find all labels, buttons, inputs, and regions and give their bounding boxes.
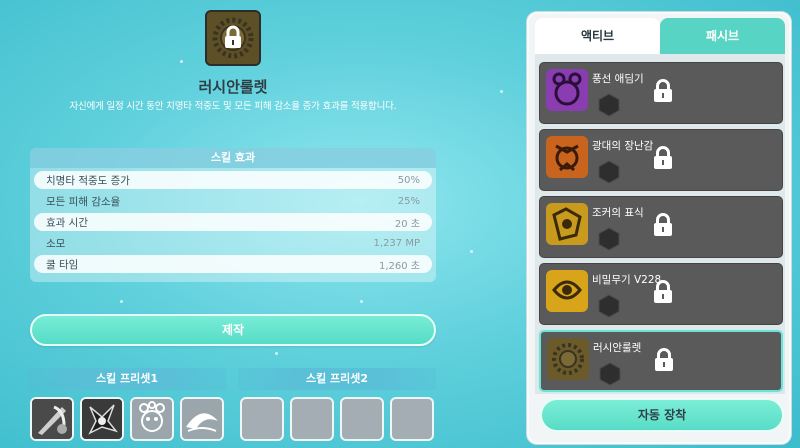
effect-value: 1,260 초 (378, 260, 420, 272)
lock-icon (655, 348, 673, 371)
selected-skill-icon (205, 10, 261, 66)
preset-2-slot-3[interactable] (340, 397, 384, 441)
preset-1-slot-2[interactable] (80, 397, 124, 441)
shark-skill-icon (182, 399, 222, 439)
preset-1-slot-1[interactable] (30, 397, 74, 441)
preset-2-slot-4[interactable] (390, 397, 434, 441)
effect-row: 효과 시간 20 초 (34, 213, 432, 231)
effect-label: 모든 피해 감소율 (46, 195, 121, 208)
effect-row: 모든 피해 감소율 25% (34, 192, 432, 210)
skill-card-name: 조커의 표식 (592, 207, 644, 219)
lock-icon (654, 146, 672, 169)
effect-value: 25% (397, 195, 420, 207)
preset-2-slot-1[interactable] (240, 397, 284, 441)
skill-card[interactable]: 조커의 표식 (539, 196, 783, 258)
skill-card-name: 풍선 애딤기 (592, 73, 644, 85)
dagger-skill-icon (32, 399, 72, 439)
effect-table-title: 스킬 효과 (30, 148, 436, 168)
effect-row: 치명타 적중도 증가 50% (34, 171, 432, 189)
skill-card[interactable]: 비밀무기 V228 (539, 263, 783, 325)
preset-1-header: 스킬 프리셋1 (28, 368, 226, 390)
effect-value: 20 초 (394, 218, 420, 230)
skill-title: 러시안룰렛 (198, 78, 268, 96)
effect-label: 소모 (46, 237, 66, 250)
skill-effect-table: 스킬 효과 치명타 적중도 증가 50% 모든 피해 감소율 25% 효과 시간… (30, 148, 436, 282)
tab-active[interactable]: 액티브 (535, 18, 660, 54)
effect-value: 50% (397, 174, 420, 186)
secret-weapon-skill-icon (546, 270, 588, 312)
effect-label: 효과 시간 (46, 216, 88, 229)
lock-icon (654, 280, 672, 303)
skill-card-selected[interactable]: 러시안룰렛 (539, 330, 783, 392)
hexagon-slot-icon (599, 362, 621, 386)
effect-label: 쿨 타임 (46, 258, 79, 271)
preset-1-slot-3[interactable] (130, 397, 174, 441)
preset-2-slot-2[interactable] (290, 397, 334, 441)
auto-equip-button[interactable]: 자동 장착 (540, 398, 784, 432)
skill-card-name: 비밀무기 V228 (592, 274, 662, 286)
skill-list-panel: 액티브 패시브 풍선 애딤기 광대의 장난감 조커의 표식 비밀무기 V228 … (527, 12, 791, 444)
hexagon-slot-icon (598, 93, 620, 117)
craft-button[interactable]: 제작 (30, 314, 436, 346)
preset-2-header: 스킬 프리셋2 (238, 368, 436, 390)
preset-1-slot-4[interactable] (180, 397, 224, 441)
effect-row: 쿨 타임 1,260 초 (34, 255, 432, 273)
balloon-skill-icon (132, 399, 172, 439)
tab-passive[interactable]: 패시브 (660, 18, 785, 54)
joker-mark-skill-icon (546, 203, 588, 245)
effect-value: 1,237 MP (373, 237, 420, 249)
hexagon-slot-icon (598, 227, 620, 251)
hexagon-slot-icon (598, 160, 620, 184)
balloon-skill-icon (546, 69, 588, 111)
jester-toy-skill-icon (546, 136, 588, 178)
hexagon-slot-icon (598, 294, 620, 318)
lock-icon (654, 213, 672, 236)
jester-skill-icon (82, 399, 122, 439)
skill-description: 자신에게 일정 시간 동안 치명타 적중도 및 모든 피해 감소율 증가 효과를… (69, 101, 397, 112)
effect-row: 소모 1,237 MP (34, 234, 432, 252)
skill-card[interactable]: 광대의 장난감 (539, 129, 783, 191)
roulette-skill-icon (547, 338, 589, 380)
skill-card-name: 러시안룰렛 (593, 342, 642, 354)
skill-card-name: 광대의 장난감 (592, 140, 654, 152)
skill-card[interactable]: 풍선 애딤기 (539, 62, 783, 124)
effect-label: 치명타 적중도 증가 (46, 174, 130, 187)
lock-icon (654, 79, 672, 102)
skill-tabs: 액티브 패시브 (535, 18, 785, 54)
